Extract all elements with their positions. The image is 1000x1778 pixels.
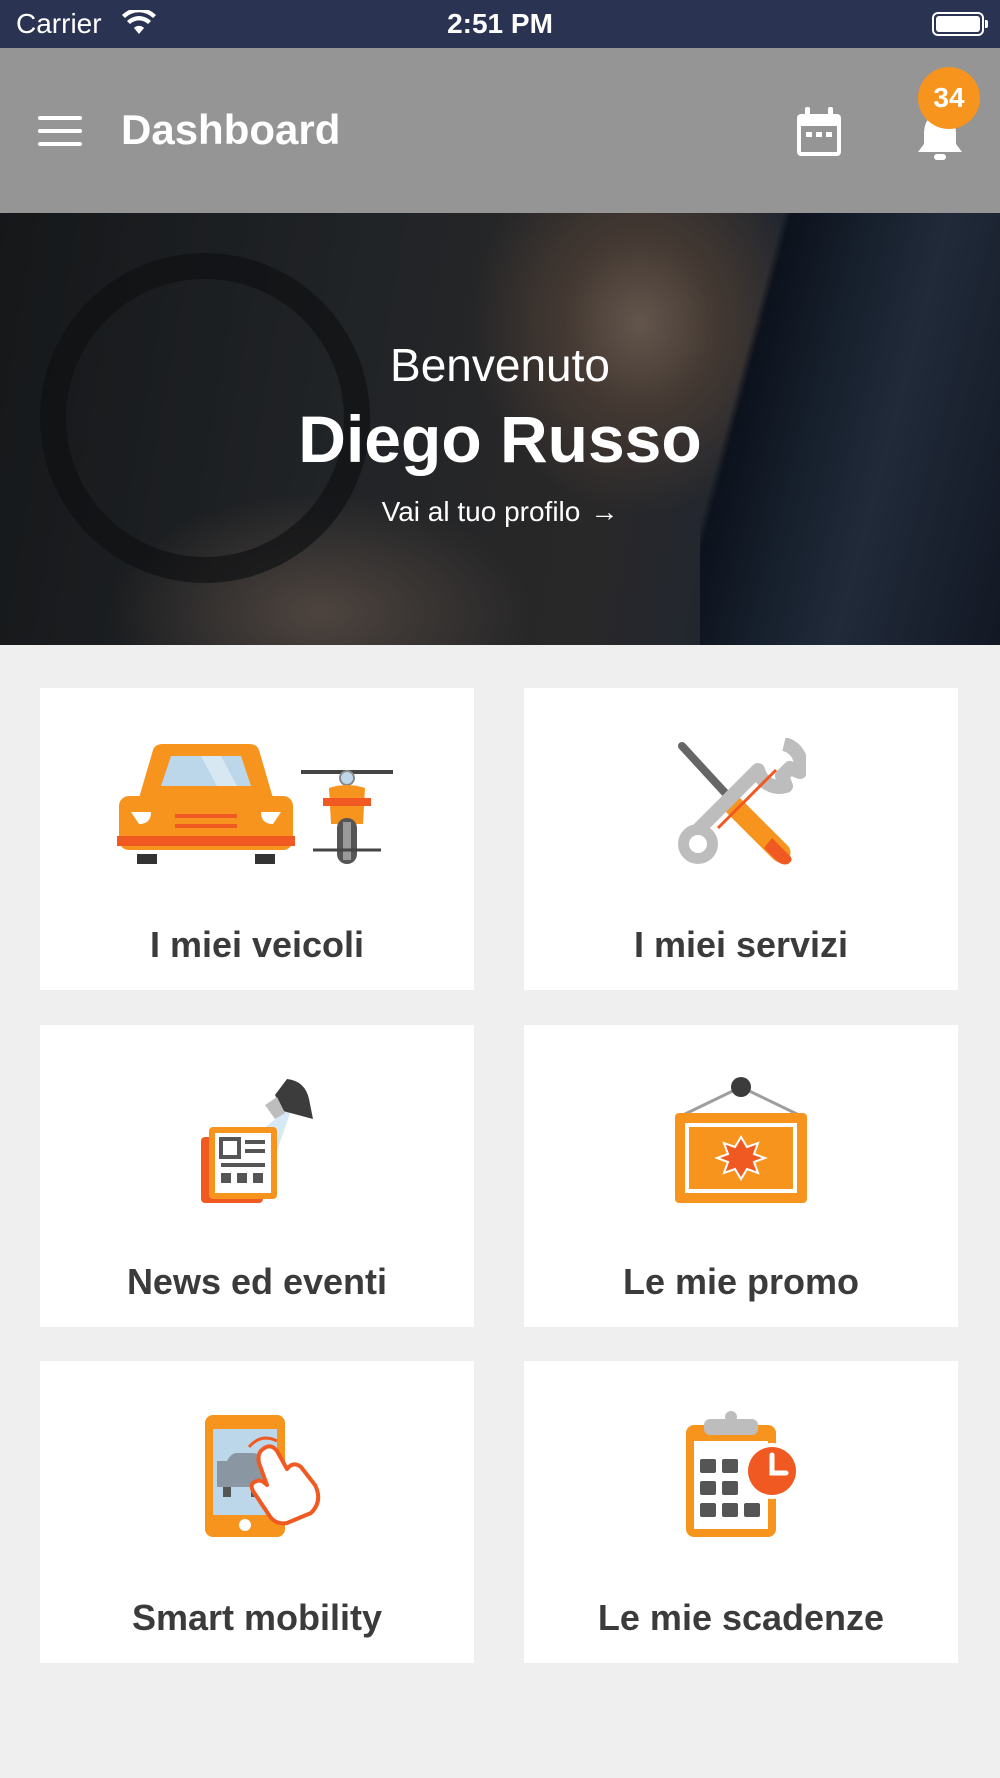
- notification-badge[interactable]: 34: [918, 67, 980, 129]
- tools-icon: [524, 738, 958, 868]
- welcome-greeting: Benvenuto: [390, 339, 610, 391]
- tile-my-promos[interactable]: Le mie promo: [524, 1025, 958, 1327]
- tile-label: I miei servizi: [633, 924, 849, 965]
- tile-news-events[interactable]: News ed eventi: [40, 1025, 474, 1327]
- profile-link-label: Vai al tuo profilo: [381, 496, 581, 527]
- arrow-right-icon: →: [590, 496, 619, 527]
- user-name: Diego Russo: [298, 402, 702, 476]
- tile-my-deadlines[interactable]: Le mie scadenze: [524, 1361, 958, 1663]
- smart-mobility-icon: [40, 1411, 474, 1541]
- calendar-icon[interactable]: [795, 106, 843, 158]
- app-bar: Dashboard: [0, 48, 1000, 213]
- page-title: Dashboard: [121, 106, 341, 153]
- promo-sign-icon: [524, 1075, 958, 1205]
- tile-smart-mobility[interactable]: Smart mobility: [40, 1361, 474, 1663]
- profile-link[interactable]: Vai al tuo profilo →: [0, 496, 1000, 528]
- status-bar: Carrier 2:51 PM: [0, 0, 1000, 48]
- deadlines-clipboard-icon: [524, 1411, 958, 1541]
- tile-label: Le mie scadenze: [597, 1597, 885, 1638]
- news-spotlight-icon: [40, 1075, 474, 1205]
- tile-label: Le mie promo: [622, 1261, 860, 1302]
- menu-icon[interactable]: [38, 116, 82, 148]
- tile-label: News ed eventi: [126, 1261, 388, 1302]
- welcome-banner: Benvenuto Diego Russo Vai al tuo profilo…: [0, 213, 1000, 645]
- tile-my-services[interactable]: I miei servizi: [524, 688, 958, 990]
- tile-my-vehicles[interactable]: I miei veicoli: [40, 688, 474, 990]
- vehicles-icon: [40, 738, 474, 868]
- status-time: 2:51 PM: [447, 8, 553, 39]
- tile-label: Smart mobility: [131, 1597, 383, 1638]
- battery-icon: [932, 12, 988, 36]
- tile-label: I miei veicoli: [149, 924, 365, 965]
